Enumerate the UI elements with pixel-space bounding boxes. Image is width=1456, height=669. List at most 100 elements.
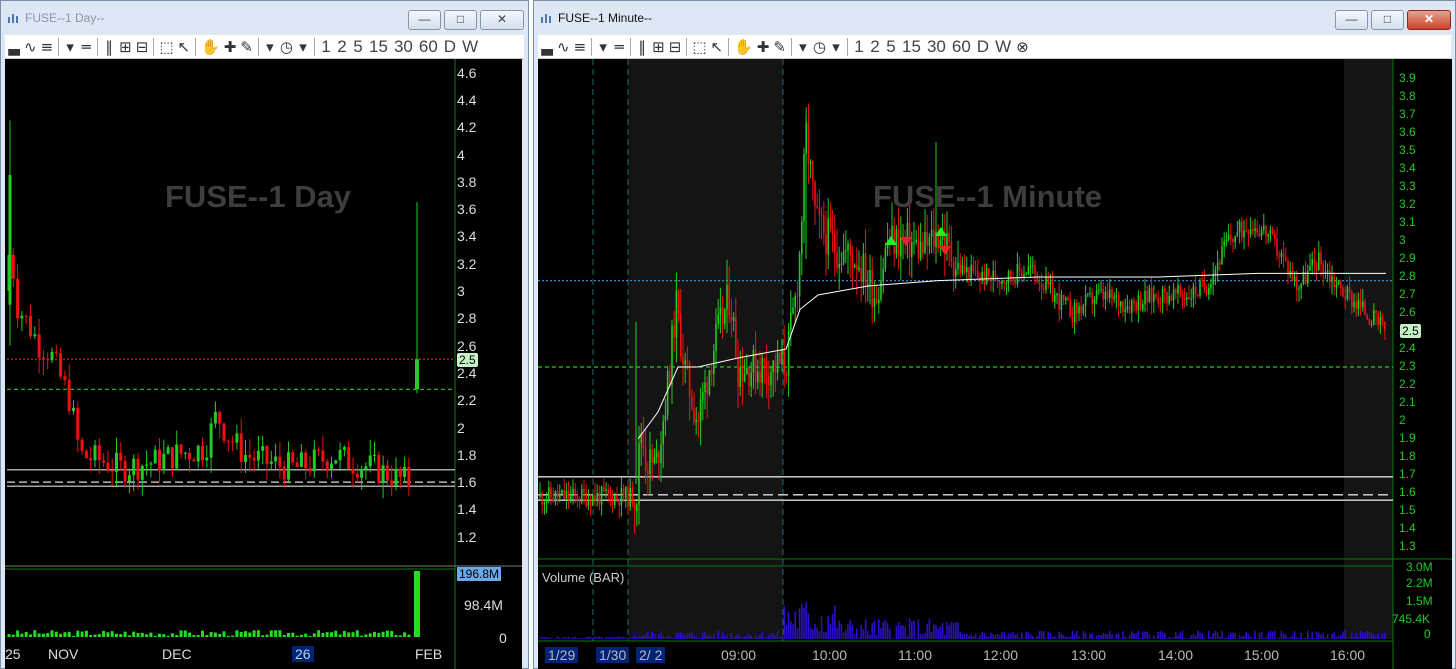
- volume-bar: [1117, 633, 1120, 639]
- volume-bar: [578, 638, 581, 639]
- dropdown-icon[interactable]: ▾: [63, 37, 77, 57]
- timeframe-5-button[interactable]: 5: [351, 37, 365, 57]
- chart-type-icon[interactable]: ▃: [7, 37, 21, 57]
- maximize-button[interactable]: □: [444, 10, 477, 30]
- crosshair-icon[interactable]: ✚: [756, 37, 771, 57]
- timeframe-30-button[interactable]: 30: [392, 37, 415, 57]
- timeframe-15-button[interactable]: 15: [900, 37, 923, 57]
- chart-style-icon[interactable]: ∿: [556, 37, 571, 57]
- zoom-in-icon[interactable]: ⊞: [651, 37, 666, 57]
- crosshair-icon[interactable]: ✚: [223, 37, 238, 57]
- pencil-icon[interactable]: ✎: [239, 37, 254, 57]
- timeframe-w-button[interactable]: W: [460, 37, 480, 57]
- candle-body: [994, 270, 997, 281]
- volume-bar: [935, 624, 937, 639]
- draw-dropdown-icon[interactable]: ▾: [796, 37, 810, 57]
- maximize-button[interactable]: □: [1371, 10, 1404, 30]
- timeframe-1-button[interactable]: 1: [852, 37, 866, 57]
- hline-icon[interactable]: ═: [79, 37, 93, 57]
- timeframe-1-button[interactable]: 1: [319, 37, 333, 57]
- zoom-fit-icon[interactable]: ⬚: [158, 37, 174, 57]
- volume-bar: [596, 637, 598, 639]
- candle-body: [541, 493, 543, 505]
- volume-bar: [955, 622, 957, 639]
- candle-body: [710, 370, 713, 375]
- candle-body: [1366, 314, 1368, 319]
- candle-body: [713, 350, 715, 375]
- candle-body: [977, 271, 979, 278]
- volume-bar: [1058, 631, 1060, 639]
- toolbar-separator: [58, 37, 60, 56]
- candle-body: [915, 239, 917, 242]
- volume-bar: [686, 632, 689, 639]
- timeframe-60-button[interactable]: 60: [417, 37, 440, 57]
- candle-body: [1256, 228, 1258, 233]
- hand-icon[interactable]: ✋: [733, 37, 754, 57]
- volume-bar: [377, 632, 381, 637]
- volume-bar: [304, 633, 308, 637]
- timeframe-d-button[interactable]: D: [442, 37, 458, 57]
- pointer-icon[interactable]: ↖: [710, 37, 725, 57]
- volume-bar: [1265, 637, 1267, 639]
- clock-icon[interactable]: ◷: [812, 37, 827, 57]
- volume-bar: [170, 633, 174, 637]
- hline-icon[interactable]: ═: [612, 37, 626, 57]
- dropdown-icon[interactable]: ▾: [596, 37, 610, 57]
- clock-dropdown-icon[interactable]: ▾: [296, 37, 310, 57]
- indicator-icon[interactable]: ≡: [40, 37, 55, 57]
- candle-body: [677, 290, 680, 313]
- hand-icon[interactable]: ✋: [200, 37, 221, 57]
- candle-body: [205, 457, 209, 461]
- candle-body: [1353, 301, 1355, 307]
- volume-bar: [1252, 638, 1254, 639]
- pointer-icon[interactable]: ↖: [177, 37, 192, 57]
- candle-body: [29, 315, 32, 337]
- minute-chart-area[interactable]: FUSE--1 Minute 3.9 3.8 3.7 3.6 3.5 3.4 3.3 3.2 3…: [538, 59, 1452, 669]
- candle-body: [1113, 296, 1115, 299]
- close-chart-icon[interactable]: ⊗: [1015, 37, 1030, 57]
- minute-chart-window[interactable]: FUSE--1 Minute-- ― □ ✕ ▃ ∿ ≡ ▾ ═ ‖ ⊞ ⊟ ⬚ ↖ ✋ ✚ ✎ ▾ ◷ ▾ 1…: [533, 0, 1456, 669]
- volume-bar: [37, 633, 41, 637]
- clock-dropdown-icon[interactable]: ▾: [829, 37, 843, 57]
- clock-icon[interactable]: ◷: [279, 37, 294, 57]
- candle-body: [1252, 229, 1254, 232]
- volume-bar: [913, 620, 915, 639]
- vline-icon[interactable]: ‖: [635, 37, 649, 57]
- chart-style-icon[interactable]: ∿: [23, 37, 38, 57]
- timeframe-2-button[interactable]: 2: [868, 37, 882, 57]
- zoom-out-icon[interactable]: ⊟: [668, 37, 683, 57]
- timeframe-5-button[interactable]: 5: [884, 37, 898, 57]
- minimize-button[interactable]: ―: [408, 10, 441, 30]
- chart-app-icon: [8, 14, 18, 23]
- candle-body: [170, 447, 174, 469]
- timeframe-30-button[interactable]: 30: [925, 37, 948, 57]
- chart-type-icon[interactable]: ▃: [540, 37, 554, 57]
- zoom-out-icon[interactable]: ⊟: [135, 37, 150, 57]
- timeframe-d-button[interactable]: D: [975, 37, 991, 57]
- pencil-icon[interactable]: ✎: [772, 37, 787, 57]
- volume-bar: [845, 629, 847, 639]
- window-titlebar[interactable]: FUSE--1 Day-- ― □ ✕: [1, 1, 528, 35]
- candle-body: [1067, 298, 1069, 300]
- timeframe-60-button[interactable]: 60: [950, 37, 973, 57]
- timeframe-15-button[interactable]: 15: [367, 37, 390, 57]
- zoom-in-icon[interactable]: ⊞: [118, 37, 133, 57]
- indicator-icon[interactable]: ≡: [573, 37, 588, 57]
- minimize-button[interactable]: ―: [1335, 10, 1368, 30]
- candle-body: [119, 452, 123, 461]
- candle-body: [794, 295, 796, 308]
- daily-chart-area[interactable]: FUSE--1 Day 4.6 4.4 4.2 4 3.8 3.6 3.4 3.2 3 2.8 2.…: [5, 59, 522, 669]
- close-button[interactable]: ✕: [1407, 10, 1451, 30]
- volume-bar: [1243, 635, 1245, 639]
- timeframe-w-button[interactable]: W: [993, 37, 1013, 57]
- draw-dropdown-icon[interactable]: ▾: [263, 37, 277, 57]
- daily-chart-window[interactable]: FUSE--1 Day-- ― □ ✕ ▃ ∿ ≡ ▾ ═ ‖ ⊞ ⊟ ⬚ ↖ ✋ ✚ ✎ ▾ ◷ ▾ 1 2 5 1…: [0, 0, 529, 669]
- vline-icon[interactable]: ‖: [102, 37, 116, 57]
- candle-body: [1080, 306, 1082, 314]
- close-button[interactable]: ✕: [480, 10, 524, 30]
- timeframe-2-button[interactable]: 2: [335, 37, 349, 57]
- candle-body: [1346, 287, 1349, 299]
- candle-body: [972, 264, 975, 272]
- zoom-fit-icon[interactable]: ⬚: [691, 37, 707, 57]
- window-titlebar[interactable]: FUSE--1 Minute-- ― □ ✕: [534, 1, 1455, 35]
